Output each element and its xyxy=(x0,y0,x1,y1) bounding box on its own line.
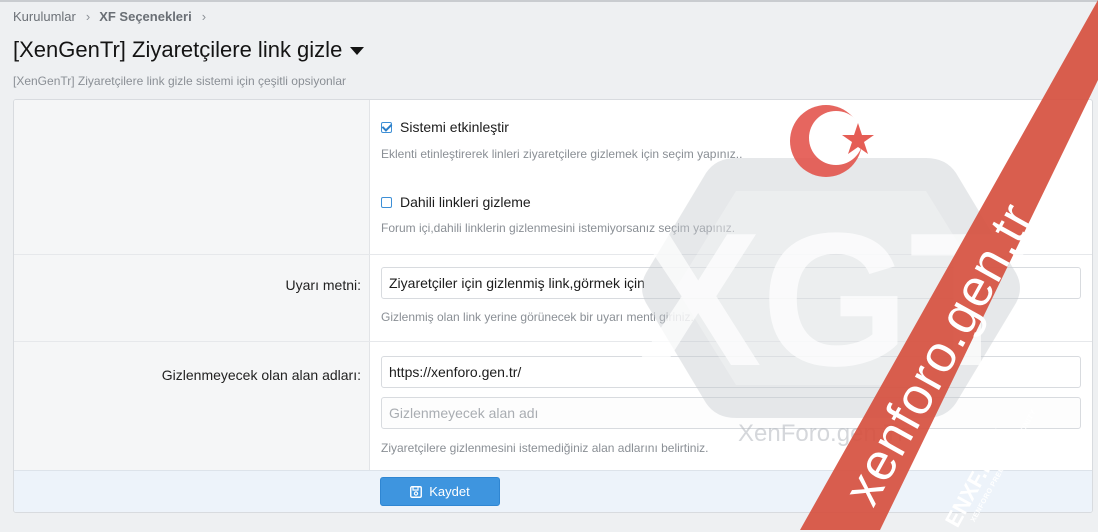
chevron-right-icon: › xyxy=(201,9,207,24)
save-button-label: Kaydet xyxy=(429,484,470,499)
top-border xyxy=(0,0,1098,2)
save-button[interactable]: Kaydet xyxy=(380,477,500,506)
warning-text-label: Uyarı metni: xyxy=(285,277,361,293)
caret-down-icon[interactable] xyxy=(350,47,365,55)
enable-checkbox-label[interactable]: Sistemi etkinleştir xyxy=(400,119,509,135)
page-title-text: [XenGenTr] Ziyaretçilere link gizle xyxy=(13,37,343,62)
excluded-domains-label: Gizlenmeyecek olan alan adları: xyxy=(161,367,361,383)
breadcrumb-item-kurulumlar[interactable]: Kurulumlar xyxy=(13,9,76,24)
page-description: [XenGenTr] Ziyaretçilere link gizle sist… xyxy=(13,74,346,88)
internal-links-option[interactable]: Dahili linkleri gizleme xyxy=(381,194,531,210)
enable-option[interactable]: Sistemi etkinleştir xyxy=(381,119,509,135)
form-footer: Kaydet xyxy=(14,470,1092,512)
chevron-right-icon: › xyxy=(85,9,91,24)
breadcrumb-item-xf-secenekleri[interactable]: XF Seçenekleri xyxy=(99,9,192,24)
internal-links-checkbox[interactable] xyxy=(381,196,392,208)
enable-checkbox[interactable] xyxy=(381,121,392,133)
internal-links-checkbox-label[interactable]: Dahili linkleri gizleme xyxy=(400,194,531,210)
page-title: [XenGenTr] Ziyaretçilere link gizle xyxy=(13,37,365,63)
breadcrumb: Kurulumlar › XF Seçenekleri › xyxy=(13,9,215,24)
save-icon xyxy=(410,485,423,498)
